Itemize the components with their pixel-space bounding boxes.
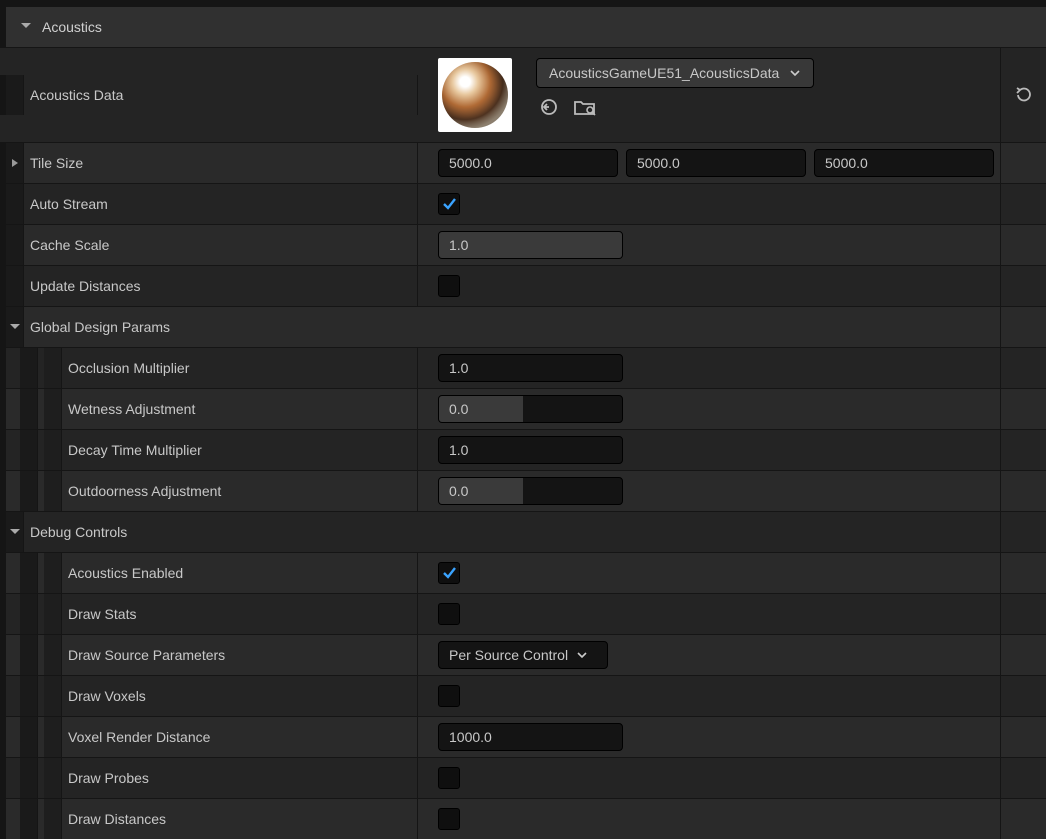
label-draw-probes: Draw Probes <box>68 770 149 786</box>
tile-size-x[interactable]: 5000.0 <box>438 149 618 177</box>
draw-probes-checkbox[interactable] <box>438 767 460 789</box>
label-acoustics-data: Acoustics Data <box>30 87 123 103</box>
auto-stream-checkbox[interactable] <box>438 193 460 215</box>
label-acoustics-enabled: Acoustics Enabled <box>68 565 183 581</box>
draw-distances-checkbox[interactable] <box>438 808 460 830</box>
draw-source-params-dropdown[interactable]: Per Source Control <box>438 641 608 669</box>
label-auto-stream: Auto Stream <box>30 196 108 212</box>
acoustics-enabled-checkbox[interactable] <box>438 562 460 584</box>
decay-input[interactable]: 1.0 <box>438 436 623 464</box>
asset-thumbnail[interactable] <box>438 58 512 132</box>
expand-icon[interactable] <box>20 20 34 34</box>
label-outdoor: Outdoorness Adjustment <box>68 483 221 499</box>
wetness-input[interactable]: 0.0 <box>438 395 623 423</box>
label-draw-stats: Draw Stats <box>68 606 136 622</box>
label-cache-scale: Cache Scale <box>30 237 109 253</box>
label-draw-source-params: Draw Source Parameters <box>68 647 225 663</box>
expand-right-icon[interactable] <box>10 158 20 168</box>
expand-icon[interactable] <box>9 321 21 333</box>
label-occlusion: Occlusion Multiplier <box>68 360 189 376</box>
occlusion-input[interactable]: 1.0 <box>438 354 623 382</box>
reset-icon[interactable] <box>1013 84 1035 106</box>
voxel-render-dist-input[interactable]: 1000.0 <box>438 723 623 751</box>
label-decay: Decay Time Multiplier <box>68 442 202 458</box>
cache-scale-input[interactable]: 1.0 <box>438 231 623 259</box>
tile-size-z[interactable]: 5000.0 <box>814 149 994 177</box>
section-debug[interactable]: Debug Controls <box>30 524 127 540</box>
chevron-down-icon <box>576 649 588 661</box>
label-draw-voxels: Draw Voxels <box>68 688 146 704</box>
asset-dropdown[interactable]: AcousticsGameUE51_AcousticsData <box>536 58 814 88</box>
chevron-down-icon <box>789 67 801 79</box>
label-draw-distances: Draw Distances <box>68 811 166 827</box>
expand-icon[interactable] <box>9 526 21 538</box>
tile-size-y[interactable]: 5000.0 <box>626 149 806 177</box>
label-update-distances: Update Distances <box>30 278 141 294</box>
section-global-design[interactable]: Global Design Params <box>30 319 170 335</box>
browse-icon[interactable] <box>574 96 596 118</box>
label-wetness: Wetness Adjustment <box>68 401 195 417</box>
use-selected-icon[interactable] <box>538 96 560 118</box>
label-tile-size: Tile Size <box>30 155 83 171</box>
label-voxel-render-dist: Voxel Render Distance <box>68 729 210 745</box>
update-distances-checkbox[interactable] <box>438 275 460 297</box>
outdoor-input[interactable]: 0.0 <box>438 477 623 505</box>
draw-stats-checkbox[interactable] <box>438 603 460 625</box>
section-acoustics[interactable]: Acoustics <box>42 19 102 35</box>
draw-voxels-checkbox[interactable] <box>438 685 460 707</box>
